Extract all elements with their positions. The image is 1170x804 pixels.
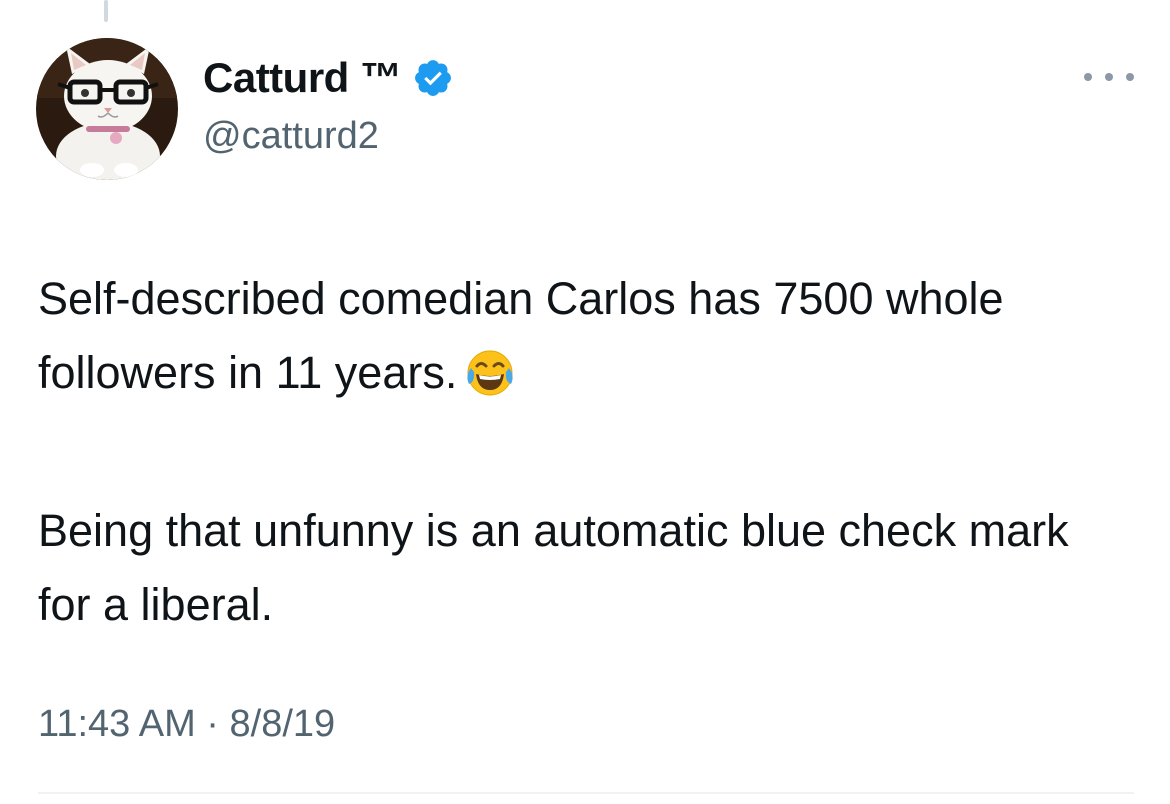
tweet-timestamp[interactable]: 11:43 AM · 8/8/19 bbox=[38, 703, 335, 746]
tweet-paragraph: Being that unfunny is an automatic blue … bbox=[38, 505, 1069, 630]
avatar[interactable] bbox=[36, 38, 178, 180]
thread-connector-line bbox=[104, 0, 108, 22]
tweet-time: 11:43 AM bbox=[38, 703, 196, 745]
author-display-name[interactable]: Catturd ™ bbox=[203, 54, 402, 102]
meta-separator: · bbox=[206, 703, 219, 745]
verified-badge-icon[interactable] bbox=[412, 57, 454, 99]
cat-with-glasses-avatar-icon bbox=[36, 38, 178, 180]
tweet-text: Self-described comedian Carlos has 7500 … bbox=[38, 262, 1128, 642]
face-with-tears-of-joy-icon bbox=[463, 344, 517, 420]
more-dot bbox=[1126, 73, 1134, 81]
author-name-row: Catturd ™ bbox=[203, 52, 454, 104]
more-horizontal-icon bbox=[1084, 73, 1092, 81]
tweet-date: 8/8/19 bbox=[229, 703, 336, 745]
divider bbox=[38, 792, 1134, 794]
tweet-paragraph: Self-described comedian Carlos has 7500 … bbox=[38, 262, 1128, 420]
tweet-paragraph-text: Self-described comedian Carlos has 7500 … bbox=[38, 273, 1004, 398]
more-dot bbox=[1105, 73, 1113, 81]
more-options-button[interactable] bbox=[1084, 62, 1134, 92]
author-handle[interactable]: @catturd2 bbox=[203, 115, 379, 158]
